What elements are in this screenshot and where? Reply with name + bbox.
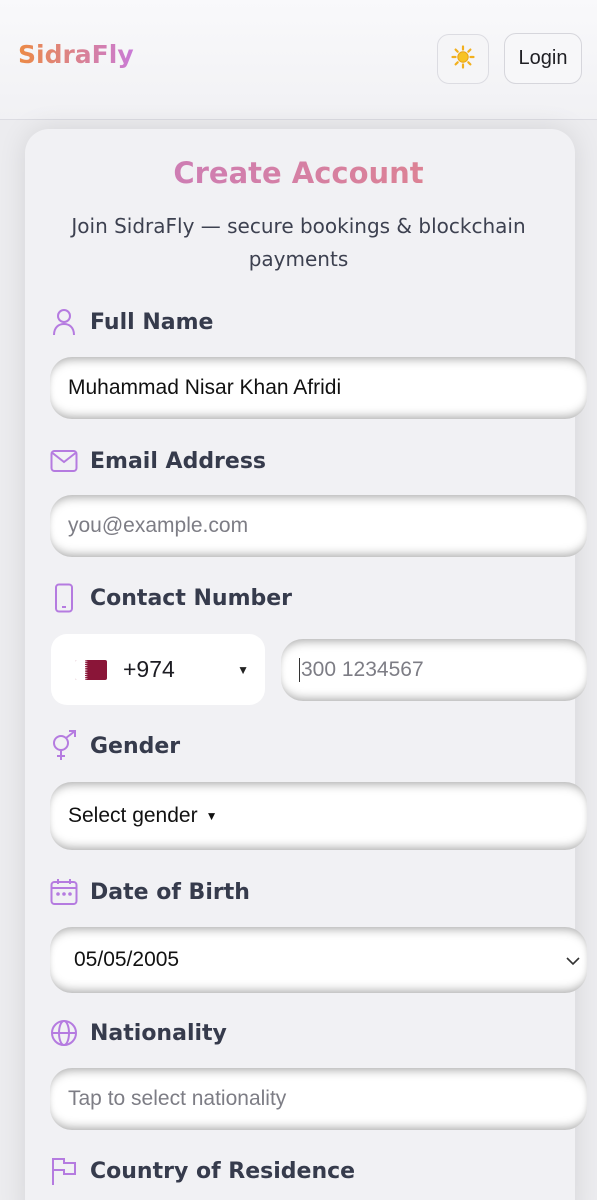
full-name-label-row: Full Name	[50, 304, 213, 340]
phone-icon	[50, 582, 78, 614]
contact-label: Contact Number	[90, 585, 293, 611]
qatar-flag-icon	[75, 659, 107, 680]
chevron-down-icon	[565, 948, 581, 972]
user-icon	[50, 306, 78, 338]
page-subtitle: Join SidraFly — secure bookings & blockc…	[71, 214, 526, 271]
country-code-value: +974	[123, 656, 175, 682]
contact-label-row: Contact Number	[50, 580, 292, 616]
text-cursor	[299, 658, 300, 682]
phone-placeholder: 300 1234567	[301, 658, 424, 681]
dob-label-row: Date of Birth	[50, 874, 250, 910]
caret-down-icon: ▼	[205, 809, 218, 823]
gender-label-row: Gender	[50, 728, 180, 764]
globe-icon	[50, 1017, 78, 1049]
login-button[interactable]: Login	[504, 33, 582, 84]
dob-input[interactable]: 05/05/2005	[50, 927, 587, 993]
full-name-input[interactable]: Muhammad Nisar Khan Afridi	[50, 357, 587, 419]
brand-logo[interactable]: SidraFly	[18, 40, 134, 69]
calendar-icon	[50, 876, 78, 908]
gender-icon	[50, 730, 78, 762]
email-field[interactable]: you@example.com	[50, 495, 587, 557]
phone-input[interactable]: 300 1234567	[281, 639, 587, 701]
residence-label-row: Country of Residence	[50, 1153, 355, 1189]
dob-label: Date of Birth	[90, 879, 250, 905]
sun-icon	[451, 45, 475, 73]
page-title: Create Account	[0, 156, 597, 190]
caret-down-icon: ▼	[237, 662, 249, 677]
gender-select-value: Select gender	[68, 804, 198, 827]
full-name-label: Full Name	[90, 309, 214, 335]
mail-icon	[50, 445, 78, 477]
nationality-label: Nationality	[90, 1020, 227, 1046]
nationality-input[interactable]: Tap to select nationality	[50, 1068, 587, 1130]
dob-value: 05/05/2005	[74, 948, 180, 971]
email-label-row: Email Address	[50, 443, 266, 479]
flag-icon	[50, 1155, 78, 1187]
email-label: Email Address	[90, 448, 267, 474]
top-bar: SidraFly Login	[0, 0, 597, 120]
country-code-select[interactable]: +974 ▼	[51, 634, 265, 705]
gender-select[interactable]: Select gender ▼	[50, 782, 587, 850]
gender-label: Gender	[90, 733, 181, 759]
nationality-label-row: Nationality	[50, 1015, 227, 1051]
theme-toggle-button[interactable]	[437, 34, 489, 84]
residence-label: Country of Residence	[90, 1158, 356, 1184]
